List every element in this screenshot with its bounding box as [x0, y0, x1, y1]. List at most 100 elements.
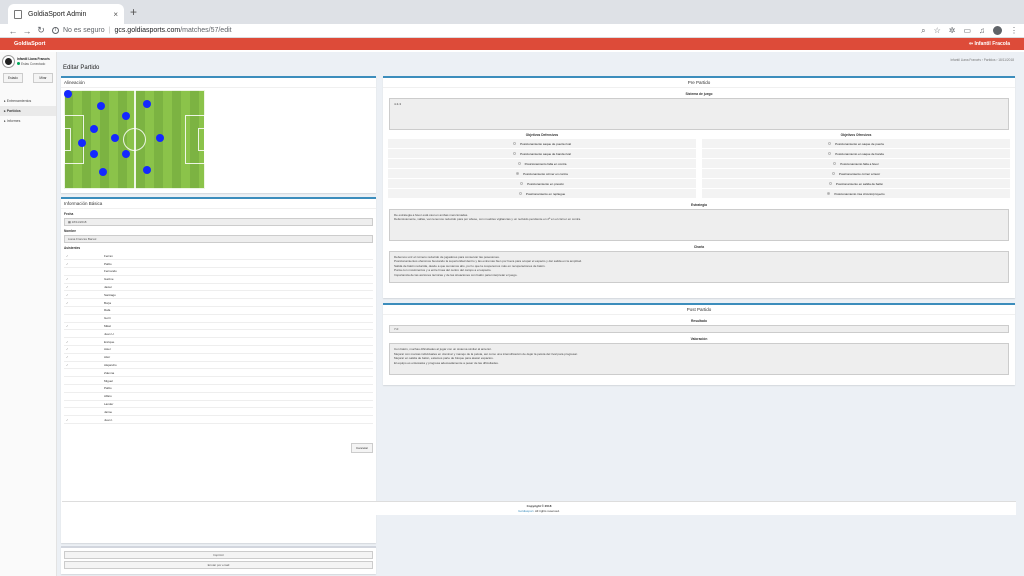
- asistente-row[interactable]: ✓ Borja: [64, 299, 373, 307]
- new-tab-button[interactable]: +: [130, 5, 137, 19]
- off-objective-checkbox[interactable]: Posicionamiento en saque de puerta: [702, 139, 1010, 149]
- off-objective-checkbox[interactable]: Posicionamiento falta a favor: [702, 159, 1010, 169]
- browser-tab[interactable]: GoldiaSport Admin ×: [8, 4, 124, 24]
- player-marker[interactable]: [90, 125, 98, 133]
- footer-brand-link[interactable]: Goldiasport: [518, 509, 533, 513]
- app-logo[interactable]: GoldiaSport: [14, 41, 45, 47]
- sidebar-item-entrenamientos[interactable]: ▸ Entrenamientos: [0, 96, 56, 106]
- asistente-row[interactable]: ✓ Gaizne: [64, 276, 373, 284]
- forward-icon[interactable]: →: [20, 26, 34, 36]
- estado-button[interactable]: Estado: [3, 73, 23, 83]
- def-objective-checkbox[interactable]: Posicionamiento saque de banda rival: [388, 149, 696, 159]
- player-marker[interactable]: [122, 150, 130, 158]
- asistente-row[interactable]: ✓ Aitor: [64, 354, 373, 362]
- menu-kebab-icon[interactable]: ⋮: [1010, 26, 1018, 35]
- asistente-row[interactable]: ✓ Mikel: [64, 323, 373, 331]
- fecha-field[interactable]: ▦ 18/11/2018: [64, 218, 373, 227]
- asistente-row[interactable]: ✓ Ferran: [64, 252, 373, 261]
- valoracion-field[interactable]: Con balón, muchas dificultades al jugar …: [389, 343, 1009, 376]
- off-objective-checkbox[interactable]: Posicionamiento en salida de balón: [702, 179, 1010, 189]
- radio-icon[interactable]: [513, 142, 517, 145]
- asistente-check[interactable]: ✓: [64, 340, 104, 344]
- radio-icon[interactable]: [517, 162, 521, 165]
- email-button[interactable]: Enviar por email: [64, 561, 373, 570]
- asistente-check[interactable]: ✓: [64, 285, 104, 289]
- mirar-button[interactable]: Mirar: [33, 73, 53, 83]
- bookmark-star-icon[interactable]: ☆: [934, 26, 941, 35]
- radio-icon[interactable]: [513, 152, 517, 155]
- asistente-row[interactable]: Alfaro: [64, 393, 373, 401]
- asistente-check[interactable]: ✓: [64, 301, 104, 305]
- off-objective-checkbox[interactable]: Posicionamiento en saque de banda: [702, 149, 1010, 159]
- radio-icon[interactable]: [828, 182, 832, 185]
- asistente-row[interactable]: ✓ Enrique: [64, 338, 373, 346]
- player-marker[interactable]: [99, 168, 107, 176]
- asistente-row[interactable]: ✓ Juan I.: [64, 416, 373, 424]
- asistente-check[interactable]: ✓: [64, 262, 104, 266]
- asistente-row[interactable]: Juan U.: [64, 330, 373, 339]
- radio-icon[interactable]: [828, 152, 832, 155]
- address-bar[interactable]: i No es seguro | gcs.goldiasports.com/ma…: [52, 25, 913, 37]
- player-marker[interactable]: [78, 139, 86, 147]
- zoom-icon[interactable]: ⌕: [921, 26, 925, 36]
- asistente-check[interactable]: ✓: [64, 418, 104, 422]
- def-objective-checkbox[interactable]: Posicionamiento en repliegue: [388, 189, 696, 199]
- radio-icon[interactable]: [828, 142, 832, 145]
- nombre-field[interactable]: Liana Francés Barsol: [64, 235, 373, 244]
- radio-icon[interactable]: [833, 162, 837, 165]
- player-marker[interactable]: [143, 100, 151, 108]
- asistente-row[interactable]: ✓ Santiago: [64, 291, 373, 300]
- player-marker[interactable]: [64, 90, 72, 98]
- asistente-row[interactable]: Rafa: [64, 307, 373, 315]
- asistente-check[interactable]: ✓: [64, 363, 104, 367]
- asistente-row[interactable]: Miguel: [64, 377, 373, 385]
- asistente-check[interactable]: ✓: [64, 277, 104, 281]
- radio-icon[interactable]: [516, 172, 520, 175]
- def-objective-checkbox[interactable]: Posicionamiento en presión: [388, 179, 696, 189]
- extension-icon[interactable]: ✲: [949, 26, 956, 35]
- asistente-row[interactable]: Jaime: [64, 408, 373, 417]
- charla-field[interactable]: Debemos unir el número reducido de jugad…: [389, 251, 1009, 283]
- cancel-button[interactable]: Cancelar: [350, 442, 373, 453]
- print-button[interactable]: Imprimir: [64, 551, 373, 560]
- asistente-row[interactable]: Pablo: [64, 385, 373, 393]
- asistente-check[interactable]: ✓: [64, 355, 104, 359]
- player-marker[interactable]: [90, 150, 98, 158]
- asistente-row[interactable]: ✓ Pablo: [64, 260, 373, 268]
- asistente-check[interactable]: ✓: [64, 293, 104, 297]
- player-marker[interactable]: [156, 134, 164, 142]
- reload-icon[interactable]: ↻: [34, 25, 48, 36]
- media-icon[interactable]: ♫: [979, 26, 985, 35]
- header-user[interactable]: ⇦ Infantil Fracola: [969, 41, 1010, 47]
- estrategia-field[interactable]: De estrategia a favor está casi en ambas…: [389, 209, 1009, 241]
- tab-close-icon[interactable]: ×: [113, 10, 118, 19]
- asistente-check[interactable]: ✓: [64, 254, 104, 258]
- info-icon[interactable]: i: [52, 27, 59, 34]
- radio-icon[interactable]: [518, 192, 522, 195]
- asistente-check[interactable]: ✓: [64, 347, 104, 351]
- asistente-row[interactable]: Zdenna: [64, 369, 373, 378]
- radio-icon[interactable]: [520, 182, 524, 185]
- asistente-row[interactable]: Fernando: [64, 268, 373, 276]
- asistente-row[interactable]: ✓ Asier: [64, 346, 373, 354]
- player-marker[interactable]: [111, 134, 119, 142]
- sistema-field[interactable]: 4-3-3: [389, 98, 1009, 130]
- resultado-field[interactable]: 7-0: [389, 325, 1009, 334]
- def-objective-checkbox[interactable]: Posicionamiento saque de puerta rival: [388, 139, 696, 149]
- football-pitch[interactable]: [64, 90, 205, 189]
- asistente-row[interactable]: Lander: [64, 401, 373, 409]
- breadcrumb[interactable]: Infantil Liana Francés › Partidos › 18/1…: [950, 58, 1014, 62]
- profile-avatar[interactable]: [993, 26, 1002, 35]
- radio-icon[interactable]: [827, 192, 831, 195]
- sidebar-item-partidos[interactable]: ▸ Partidos: [0, 106, 56, 116]
- radio-icon[interactable]: [831, 172, 835, 175]
- def-objective-checkbox[interactable]: Posicionamiento córner en contra: [388, 169, 696, 179]
- asistente-row[interactable]: ✓ Javier: [64, 284, 373, 292]
- asistente-row[interactable]: ✓ Alejandro: [64, 362, 373, 370]
- player-marker[interactable]: [143, 166, 151, 174]
- off-objective-checkbox[interactable]: Posicionamiento risa circuito/proyecto: [702, 189, 1010, 199]
- cast-icon[interactable]: ▭: [963, 26, 971, 35]
- def-objective-checkbox[interactable]: Posicionamiento falta en contra: [388, 159, 696, 169]
- player-marker[interactable]: [97, 102, 105, 110]
- off-objective-checkbox[interactable]: Posicionamiento córner a favor: [702, 169, 1010, 179]
